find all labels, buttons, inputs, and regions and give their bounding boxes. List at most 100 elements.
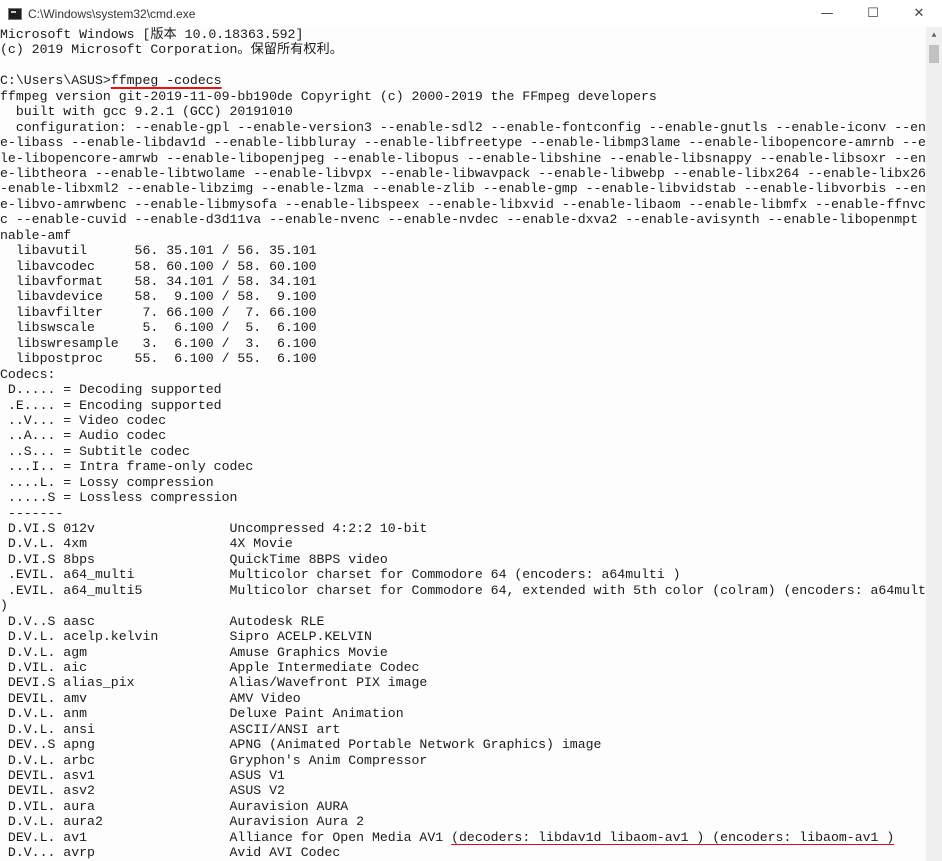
console-text: le-libopencore-amrwb --enable-libopenjpe… <box>0 150 926 166</box>
console-line: Codecs: <box>0 367 926 382</box>
console-text: D..... = Decoding supported <box>0 382 222 398</box>
console-line: built with gcc 9.2.1 (GCC) 20191010 <box>0 104 926 119</box>
console-text: e-libtheora --enable-libtwolame --enable… <box>0 165 926 181</box>
console-text: D.VIL. aic Apple Intermediate Codec <box>0 659 420 675</box>
console-line: libpostproc 55. 6.100 / 55. 6.100 <box>0 351 926 366</box>
console-text: D.V.L. acelp.kelvin Sipro ACELP.KELVIN <box>0 629 372 645</box>
console-line: D.V... avrp Avid AVI Codec <box>0 845 926 860</box>
console-line: ..A... = Audio codec <box>0 428 926 443</box>
console-line: libavcodec 58. 60.100 / 58. 60.100 <box>0 259 926 274</box>
console-text: libswscale 5. 6.100 / 5. 6.100 <box>0 320 317 336</box>
scroll-thumb[interactable] <box>929 45 939 63</box>
console-text: ) <box>0 598 8 614</box>
console-line: D.VI.S 012v Uncompressed 4:2:2 10-bit <box>0 521 926 536</box>
console-text: (c) 2019 Microsoft Corporation。保留所有权利。 <box>0 42 343 58</box>
console-line: D.VIL. aura Auravision AURA <box>0 799 926 814</box>
title-bar[interactable]: C:\Windows\system32\cmd.exe — ☐ ✕ <box>0 0 942 27</box>
console-text: DEV..S apng APNG (Animated Portable Netw… <box>0 737 602 753</box>
console-line: D.V.L. acelp.kelvin Sipro ACELP.KELVIN <box>0 629 926 644</box>
console-text: DEVIL. asv1 ASUS V1 <box>0 768 285 783</box>
console-text: D.V.L. arbc Gryphon's Anim Compressor <box>0 752 428 768</box>
cmd-window: C:\Windows\system32\cmd.exe — ☐ ✕ Micros… <box>0 0 942 861</box>
av1-codec-annotation: (decoders: libdav1d libaom-av1 ) (encode… <box>451 829 895 845</box>
console-text: D.VI.S 012v Uncompressed 4:2:2 10-bit <box>0 521 428 536</box>
console-text: DEVIL. amv AMV Video <box>0 690 301 706</box>
console-line: c --enable-cuvid --enable-d3d11va --enab… <box>0 212 926 227</box>
console-text: libswresample 3. 6.100 / 3. 6.100 <box>0 335 317 351</box>
console-line: DEVIL. asv2 ASUS V2 <box>0 783 926 798</box>
console-line: DEV..S apng APNG (Animated Portable Netw… <box>0 737 926 752</box>
console-line: Microsoft Windows [版本 10.0.18363.592] <box>0 27 926 42</box>
console-line: ffmpeg version git-2019-11-09-bb190de Co… <box>0 89 926 104</box>
console-text: libavdevice 58. 9.100 / 58. 9.100 <box>0 289 317 305</box>
console-line: ..V... = Video codec <box>0 413 926 428</box>
console-line: ..S... = Subtitle codec <box>0 444 926 459</box>
console-line: C:\Users\ASUS>ffmpeg -codecs <box>0 73 926 88</box>
console-line: D.V.L. 4xm 4X Movie <box>0 536 926 551</box>
minimize-button[interactable]: — <box>804 0 850 27</box>
console-line: e-libtheora --enable-libtwolame --enable… <box>0 166 926 181</box>
scroll-up-icon[interactable]: ▲ <box>926 27 942 43</box>
console-line: D.VI.S 8bps QuickTime 8BPS video <box>0 552 926 567</box>
console-output[interactable]: Microsoft Windows [版本 10.0.18363.592] (c)… <box>0 27 926 861</box>
typed-command: ffmpeg -codecs <box>110 73 222 89</box>
console-text: ..S... = Subtitle codec <box>0 443 190 459</box>
console-text: DEVI.S alias_pix Alias/Wavefront PIX ima… <box>0 675 428 691</box>
console-text: ..A... = Audio codec <box>0 428 167 444</box>
console-text: e-libass --enable-libdav1d --enable-libb… <box>0 135 926 151</box>
console-line: D.V.L. anm Deluxe Paint Animation <box>0 706 926 721</box>
console-line: D..... = Decoding supported <box>0 382 926 397</box>
console-line: D.V.L. arbc Gryphon's Anim Compressor <box>0 753 926 768</box>
console-text: libpostproc 55. 6.100 / 55. 6.100 <box>0 351 317 367</box>
console-text: D.V.L. 4xm 4X Movie <box>0 536 293 552</box>
console-line: DEVIL. amv AMV Video <box>0 691 926 706</box>
console-line: -enable-libxml2 --enable-libzimg --enabl… <box>0 181 926 196</box>
console-text: libavutil 56. 35.101 / 56. 35.101 <box>0 243 317 259</box>
console-text: libavfilter 7. 66.100 / 7. 66.100 <box>0 304 317 320</box>
console-text: ..V... = Video codec <box>0 412 167 428</box>
console-text: libavcodec 58. 60.100 / 58. 60.100 <box>0 258 317 274</box>
console-text: D.V..S aasc Autodesk RLE <box>0 613 325 629</box>
console-text: D.VIL. aura Auravision AURA <box>0 798 349 814</box>
console-text: ...I.. = Intra frame-only codec <box>0 459 254 475</box>
console-line: e-libvo-amrwbenc --enable-libmysofa --en… <box>0 197 926 212</box>
console-line: ...I.. = Intra frame-only codec <box>0 459 926 474</box>
console-text: D.VI.S 8bps QuickTime 8BPS video <box>0 551 388 567</box>
console-text: nable-amf <box>0 227 72 243</box>
console-text: .EVIL. a64_multi Multicolor charset for … <box>0 567 681 583</box>
console-text: ....L. = Lossy compression <box>0 474 214 490</box>
window-controls: — ☐ ✕ <box>804 0 942 27</box>
console-line: libavfilter 7. 66.100 / 7. 66.100 <box>0 305 926 320</box>
console-text: D.V... avrp Avid AVI Codec <box>0 845 341 861</box>
console-text: libavformat 58. 34.101 / 58. 34.101 <box>0 274 317 289</box>
console-text: Microsoft Windows [版本 10.0.18363.592] <box>0 27 304 42</box>
console-line: DEV.L. av1 Alliance for Open Media AV1 (… <box>0 830 926 845</box>
console-line: e-libass --enable-libdav1d --enable-libb… <box>0 135 926 150</box>
console-text: built with gcc 9.2.1 (GCC) 20191010 <box>0 104 293 120</box>
console-text: configuration: --enable-gpl --enable-ver… <box>0 119 926 135</box>
console-text: D.V.L. ansi ASCII/ANSI art <box>0 721 341 737</box>
console-line: ....L. = Lossy compression <box>0 475 926 490</box>
console-line: libavdevice 58. 9.100 / 58. 9.100 <box>0 289 926 304</box>
console-line: D.VIL. aic Apple Intermediate Codec <box>0 660 926 675</box>
close-button[interactable]: ✕ <box>896 0 942 27</box>
console-line: (c) 2019 Microsoft Corporation。保留所有权利。 <box>0 42 926 57</box>
console-text: D.V.L. aura2 Auravision Aura 2 <box>0 814 365 830</box>
console-text: ffmpeg version git-2019-11-09-bb190de Co… <box>0 88 657 104</box>
console-line: D.V.L. agm Amuse Graphics Movie <box>0 645 926 660</box>
maximize-button[interactable]: ☐ <box>850 0 896 27</box>
console-line: ) <box>0 598 926 613</box>
console-text: c --enable-cuvid --enable-d3d11va --enab… <box>0 212 926 228</box>
console-text: DEVIL. asv2 ASUS V2 <box>0 783 285 799</box>
console-text: -enable-libxml2 --enable-libzimg --enabl… <box>0 181 926 197</box>
vertical-scrollbar[interactable]: ▲ <box>926 27 942 861</box>
console-line: nable-amf <box>0 228 926 243</box>
console-text: ------- <box>0 505 64 521</box>
console-text: .EVIL. a64_multi5 Multicolor charset for… <box>0 582 926 598</box>
console-line: libavformat 58. 34.101 / 58. 34.101 <box>0 274 926 289</box>
console-line: libswscale 5. 6.100 / 5. 6.100 <box>0 320 926 335</box>
console-text: D.V.L. anm Deluxe Paint Animation <box>0 706 404 722</box>
console-line: .....S = Lossless compression <box>0 490 926 505</box>
console-line: DEVI.S alias_pix Alias/Wavefront PIX ima… <box>0 675 926 690</box>
